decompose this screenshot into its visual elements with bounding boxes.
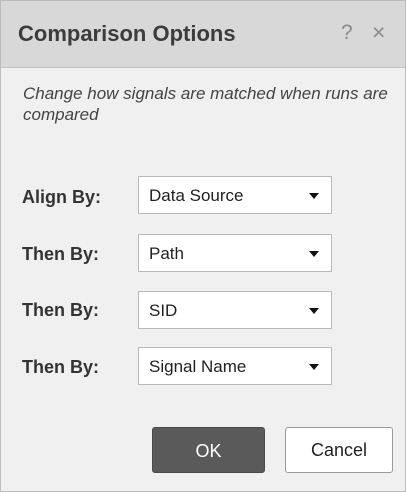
align-by-select[interactable]: Data Source [138,176,332,214]
dialog-titlebar: Comparison Options ? × [1,1,405,68]
then-by-label-1: Then By: [22,244,100,264]
ok-button[interactable]: OK [152,427,265,473]
help-icon[interactable]: ? [341,21,353,45]
then-by-value-3: Signal Name [149,357,247,376]
then-by-value-2: SID [149,301,178,320]
close-icon[interactable]: × [372,19,385,46]
cancel-button[interactable]: Cancel [285,427,393,473]
dialog-title: Comparison Options [18,21,236,46]
dialog-description: Change how signals are matched when runs… [23,84,388,124]
then-by-label-3: Then By: [22,357,100,377]
then-by-select-2[interactable]: SID [138,291,332,329]
align-by-label: Align By: [22,187,101,207]
then-by-value-1: Path [149,244,184,263]
caret-down-icon [309,251,319,257]
then-by-label-2: Then By: [22,300,100,320]
caret-down-icon [309,364,319,370]
then-by-select-3[interactable]: Signal Name [138,347,332,385]
align-by-value: Data Source [149,186,244,205]
caret-down-icon [309,308,319,314]
then-by-select-1[interactable]: Path [138,234,332,272]
comparison-options-dialog: Comparison Options ? × Change how signal… [0,0,406,492]
caret-down-icon [309,193,319,199]
